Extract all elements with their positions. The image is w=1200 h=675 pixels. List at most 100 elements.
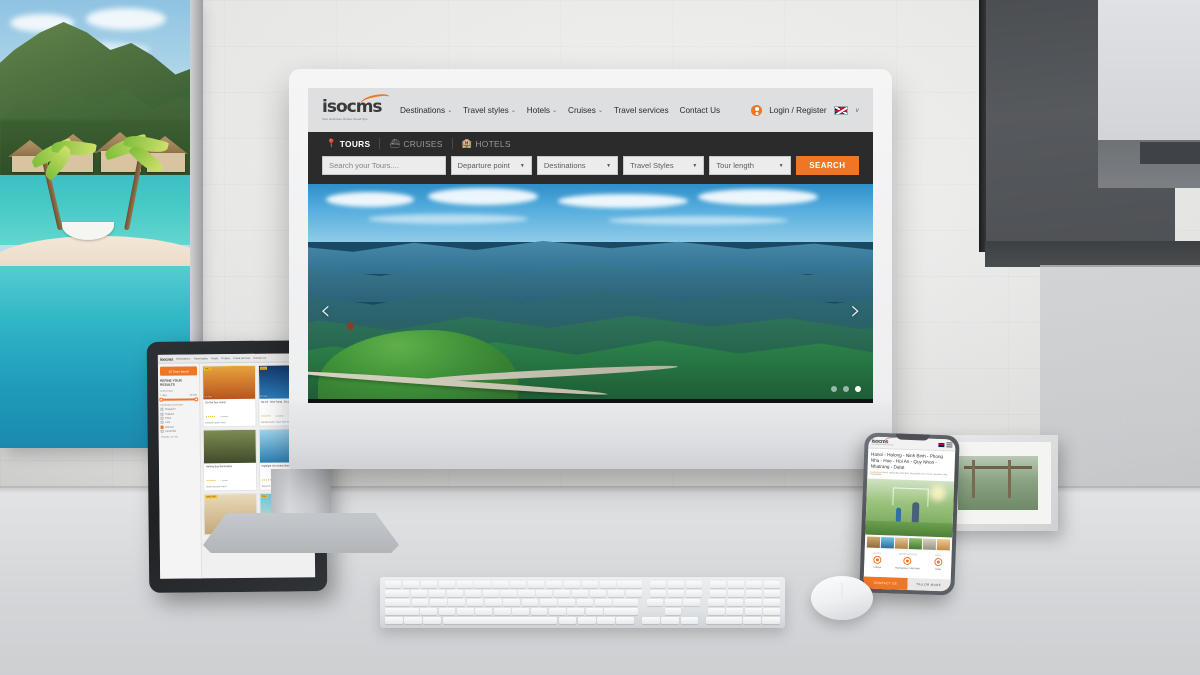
tablet-nav-item[interactable]: Cruises: [221, 357, 230, 360]
chevron-down-icon: ⌄: [447, 107, 453, 114]
chevron-down-icon: ▼: [692, 162, 698, 169]
hero-cloud: [698, 189, 818, 205]
thumbnail[interactable]: [936, 539, 951, 551]
travel-styles-select[interactable]: Travel Styles ▼: [623, 156, 705, 175]
slider-handle-min[interactable]: [159, 397, 164, 402]
smartphone-device: isocms Tour Activities Online Cloud Sys …: [859, 432, 960, 596]
search-button[interactable]: SEARCH: [795, 156, 860, 175]
dark-wall-edge: [979, 0, 986, 252]
checkbox[interactable]: [160, 430, 164, 434]
hamburger-menu-icon[interactable]: [946, 442, 953, 448]
filter-checkbox-row[interactable]: Thailand: [160, 412, 197, 416]
nav-item-cruises[interactable]: Cruises ⌄: [568, 106, 603, 115]
range-min-label: 1 days: [160, 394, 167, 397]
tablet-nav-item[interactable]: Travel services: [233, 356, 250, 359]
nav-label: Cruises: [568, 105, 596, 115]
tablet-nav-item[interactable]: Contact Us: [253, 356, 266, 359]
duration-slider[interactable]: [159, 397, 199, 402]
calendar-icon: [934, 558, 943, 567]
monitor-bezel-chin: [289, 403, 892, 469]
select-label: Destinations: [543, 161, 586, 170]
tablet-nav-item[interactable]: Destinations: [176, 357, 190, 360]
thumbnail[interactable]: [894, 537, 909, 550]
tour-card[interactable]: SALE 4 D Tour Da Noi Tour Hanoi ★★★★★ 2 …: [201, 364, 257, 428]
slider-dot[interactable]: [843, 386, 849, 392]
wall-grey-strip: [1040, 265, 1200, 495]
site-logo[interactable]: isocms Tour Activities Online Cloud Sys: [322, 92, 391, 121]
tour-card[interactable]: Halong Bay Exploration ★★★★★ 1 review De…: [202, 428, 257, 492]
tab-label: CRUISES: [403, 138, 443, 149]
filter-checkbox-row[interactable]: China: [160, 417, 197, 420]
departure-value[interactable]: Hanoi: [221, 486, 226, 488]
search-input[interactable]: Search your Tours....: [322, 156, 446, 175]
phone-screen[interactable]: isocms Tour Activities Online Cloud Sys …: [863, 436, 956, 592]
hero-cloud: [368, 214, 528, 224]
checkbox[interactable]: [160, 421, 164, 425]
grass-field: [865, 520, 953, 538]
tab-cruises[interactable]: ⛴ CRUISES: [380, 138, 453, 149]
chevron-down-icon: ▼: [519, 162, 525, 169]
tablet-logo[interactable]: isocms: [160, 356, 173, 361]
uk-flag-icon[interactable]: [938, 442, 945, 447]
frame-mat: [945, 442, 1051, 524]
checkbox-checked[interactable]: [160, 425, 164, 429]
phone-logo[interactable]: isocms Tour Activities Online Cloud Sys: [871, 436, 896, 446]
rating-stars: ★★★★★: [261, 479, 272, 482]
thumbnail[interactable]: [908, 538, 923, 550]
tour-departure: Departure point: Hanoi: [206, 421, 254, 424]
filter-checkbox-row[interactable]: Cambodia: [160, 429, 198, 434]
info-destinations: DESTINATIONS Halong Bay - Ninh Binh: [895, 553, 920, 570]
nav-item-travel-services[interactable]: Travel services: [614, 106, 669, 115]
thumbnail[interactable]: [880, 537, 895, 549]
slider-dot-active[interactable]: [855, 386, 861, 392]
thumbnail[interactable]: [922, 538, 937, 551]
phone-action-buttons: CONTACT US TAILOR MADE: [863, 576, 951, 592]
sale-badge: SALE: [203, 367, 212, 371]
uk-flag-icon[interactable]: [833, 105, 848, 115]
slider-handle-max[interactable]: [194, 397, 199, 402]
filter-checkbox-row[interactable]: Vietnam: [160, 425, 198, 429]
select-label: Tour length: [716, 161, 754, 170]
flag-cross: [834, 106, 847, 114]
tab-tours[interactable]: 📍 TOURS: [322, 138, 381, 149]
tour-card-image: SALE 4 D Tour: [202, 365, 255, 400]
user-icon: [751, 104, 763, 116]
wall-light-block: [1098, 0, 1200, 140]
checkbox[interactable]: [160, 412, 164, 416]
tablet-nav-item[interactable]: Hotels: [211, 357, 218, 360]
monitor-screen[interactable]: isocms Tour Activities Online Cloud Sys …: [308, 88, 873, 403]
tablet-nav-item[interactable]: Travel styles: [193, 357, 207, 360]
select-label: Travel Styles: [630, 161, 674, 170]
checkbox-label: Cambodia: [165, 429, 177, 434]
tour-length-select[interactable]: Tour length ▼: [709, 156, 791, 175]
nav-item-travel-styles[interactable]: Travel styles ⌄: [463, 106, 516, 115]
chevron-left-icon[interactable]: ‹: [320, 297, 331, 324]
info-value: Dalat: [935, 567, 941, 571]
slider-dots: [831, 386, 861, 392]
login-register-link[interactable]: Login / Register: [769, 106, 826, 115]
thumbnail[interactable]: [866, 536, 881, 549]
desktop-monitor: isocms Tour Activities Online Cloud Sys …: [289, 69, 892, 469]
search-tabs: 📍 TOURS ⛴ CRUISES 🏨 HOTELS: [322, 138, 859, 149]
destinations-select[interactable]: Destinations ▼: [536, 156, 619, 175]
filter-checkbox-row[interactable]: Singapore: [160, 408, 197, 412]
wireless-mouse[interactable]: [811, 576, 873, 620]
filter-checkbox-row[interactable]: Laos: [160, 421, 198, 425]
wireless-keyboard[interactable]: [380, 577, 785, 628]
checkbox[interactable]: [160, 416, 164, 420]
nav-item-hotels[interactable]: Hotels ⌄: [527, 106, 557, 115]
tailor-made-button[interactable]: TAILOR MADE: [906, 577, 951, 592]
departure-value[interactable]: Hanoi: [220, 422, 225, 424]
nav-item-destinations[interactable]: Destinations ⌄: [400, 106, 452, 115]
info-days: DAYS 14days: [873, 552, 882, 569]
chevron-right-icon[interactable]: ›: [850, 297, 861, 324]
nav-item-contact-us[interactable]: Contact Us: [680, 106, 721, 115]
tab-hotels[interactable]: 🏨 HOTELS: [453, 138, 520, 149]
slider-dot[interactable]: [831, 386, 837, 392]
chevron-down-icon: ⌄: [552, 107, 558, 114]
departure-point-select[interactable]: Departure point ▼: [450, 156, 532, 175]
tablet-results-count: 32 Tours found: [159, 366, 198, 376]
chevron-down-icon[interactable]: ∨: [855, 107, 859, 114]
phone-tour-title: Hanoi - Halong - Ninh Binh - Phong Nha -…: [870, 451, 944, 471]
checkbox[interactable]: [160, 408, 164, 412]
